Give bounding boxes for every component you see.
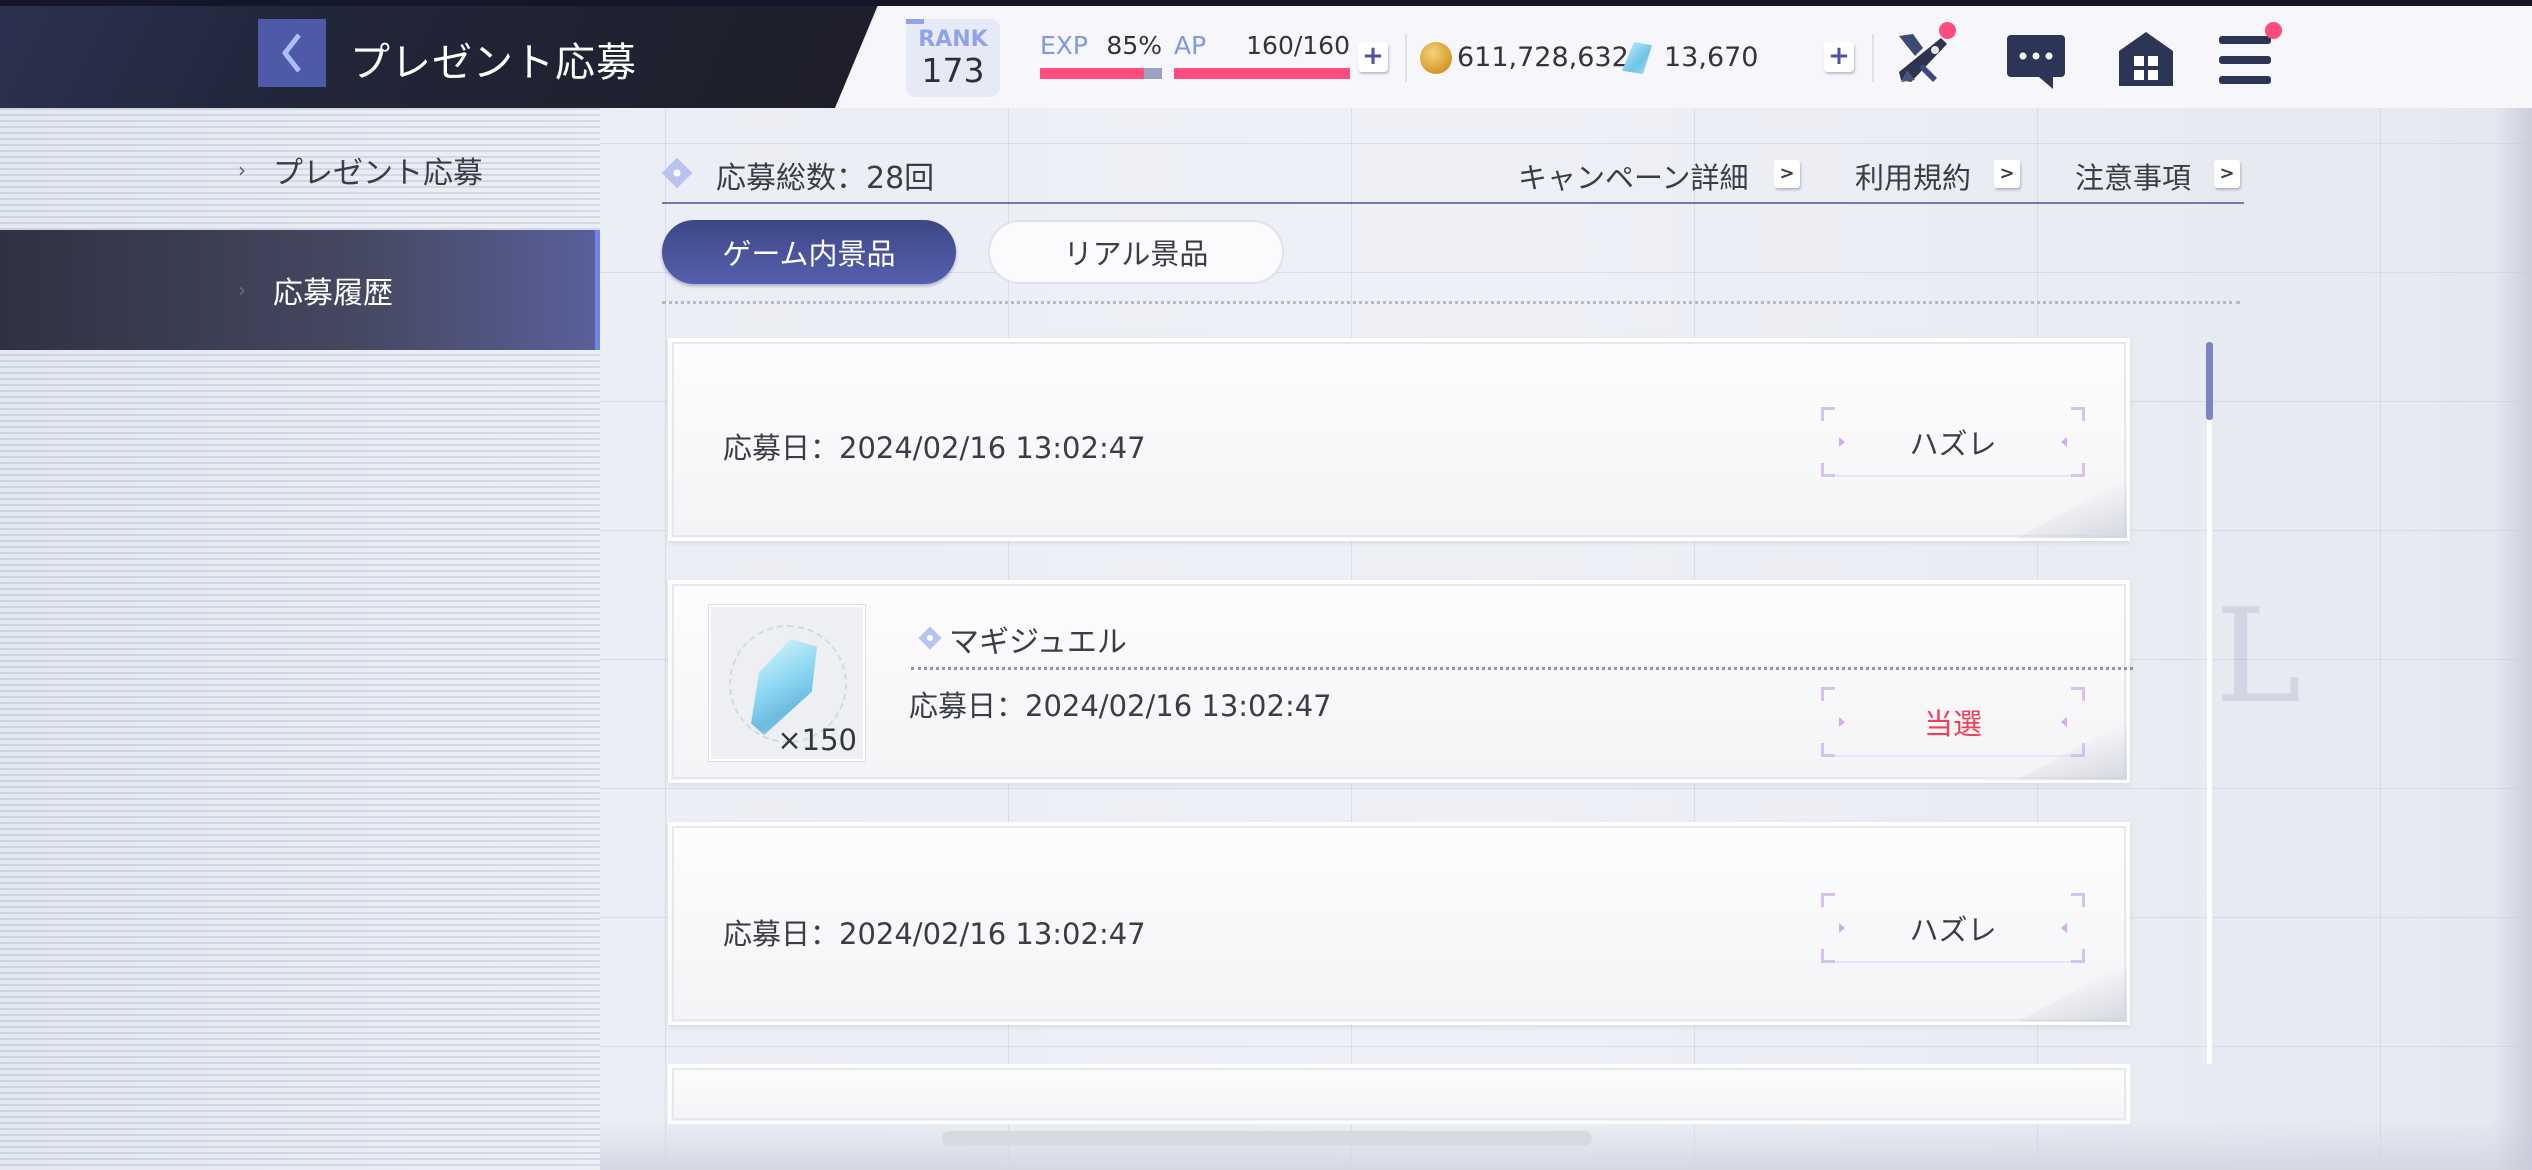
coin-icon xyxy=(1420,42,1452,74)
result-badge: 当選 xyxy=(1821,687,2085,757)
tab-real-prizes[interactable]: リアル景品 xyxy=(988,220,1284,284)
chevron-right-icon[interactable]: > xyxy=(1994,160,2020,188)
divider xyxy=(911,667,2133,670)
item-quantity: ×150 xyxy=(777,723,857,757)
sidebar-item-label: 応募履歴 xyxy=(273,276,393,311)
divider xyxy=(662,301,2240,304)
exp-bar xyxy=(1040,68,1162,79)
background-shade xyxy=(2492,108,2532,1170)
ap-bar-fill xyxy=(1174,68,1350,79)
result-label: 当選 xyxy=(1923,707,1982,741)
entry-date: 応募日：2024/02/16 13:02:47 xyxy=(723,431,1146,465)
notification-badge xyxy=(2265,22,2282,39)
history-item-partial xyxy=(668,1064,2130,1124)
coin-balance: 611,728,632 xyxy=(1457,42,1629,73)
exp-bar-fill xyxy=(1040,68,1144,79)
sidebar-item-present-entry[interactable]: › プレゼント応募 xyxy=(0,110,600,230)
ap-value: 160/160 xyxy=(1246,31,1350,60)
total-entries: 応募総数：28回 xyxy=(716,161,935,196)
diamond-icon xyxy=(918,626,942,650)
gem-balance: 13,670 xyxy=(1664,42,1759,73)
page-curl-decoration xyxy=(2017,478,2127,538)
terms-of-use-link[interactable]: 利用規約 xyxy=(1855,155,1971,197)
chevron-right-icon: › xyxy=(238,278,246,302)
chevron-right-icon[interactable]: > xyxy=(2214,160,2240,188)
item-thumbnail[interactable]: ×150 xyxy=(708,604,866,762)
chevron-right-icon[interactable]: > xyxy=(1774,160,1800,188)
sidebar-item-entry-history[interactable]: › 応募履歴 xyxy=(0,230,600,350)
tab-in-game-prizes[interactable]: ゲーム内景品 xyxy=(662,220,956,284)
horizontal-scrollbar[interactable] xyxy=(942,1131,1592,1146)
background-decoration: L xyxy=(2215,580,2302,732)
home-button[interactable] xyxy=(2117,31,2175,91)
result-badge: ハズレ xyxy=(1821,893,2085,963)
battle-button[interactable] xyxy=(1893,22,1956,92)
menu-button[interactable] xyxy=(2217,22,2282,90)
sidebar-item-label: プレゼント応募 xyxy=(273,156,483,191)
divider xyxy=(1405,34,1407,82)
result-badge: ハズレ xyxy=(1821,407,2085,477)
menu-icon xyxy=(2219,36,2271,84)
result-label: ハズレ xyxy=(1909,913,1997,947)
notification-badge xyxy=(1939,22,1956,39)
vertical-scrollbar[interactable] xyxy=(2207,342,2212,1064)
vertical-scrollbar-thumb[interactable] xyxy=(2206,342,2213,420)
chat-icon xyxy=(2007,35,2065,89)
rank-badge: RANK 173 xyxy=(906,19,1000,97)
campaign-details-link[interactable]: キャンペーン詳細 xyxy=(1518,155,1749,197)
home-icon xyxy=(2119,32,2173,86)
header-top-border xyxy=(0,0,2532,6)
add-ap-button[interactable]: + xyxy=(1358,42,1388,72)
chevron-left-icon xyxy=(282,33,301,73)
add-gems-button[interactable]: + xyxy=(1824,42,1854,72)
entry-date: 応募日：2024/02/16 13:02:47 xyxy=(909,689,1332,723)
entry-date: 応募日：2024/02/16 13:02:47 xyxy=(723,917,1146,951)
rank-label: RANK xyxy=(918,27,988,52)
ap-label: AP xyxy=(1174,31,1207,60)
item-name: マギジュエル xyxy=(949,625,1127,660)
result-label: ハズレ xyxy=(1909,427,1997,461)
rank-value: 173 xyxy=(921,51,985,90)
back-button[interactable] xyxy=(258,19,326,87)
chat-button[interactable] xyxy=(2005,33,2067,95)
ap-bar xyxy=(1174,68,1350,79)
notes-link[interactable]: 注意事項 xyxy=(2075,155,2191,197)
page-title: プレゼント応募 xyxy=(350,40,637,86)
history-item: 応募日：2024/02/16 13:02:47 ハズレ xyxy=(668,822,2130,1025)
divider xyxy=(1872,34,1874,82)
divider xyxy=(662,202,2244,204)
chevron-right-icon: › xyxy=(238,158,246,182)
exp-value: 85% xyxy=(1106,31,1162,60)
page-curl-decoration xyxy=(2017,962,2127,1022)
history-item: ×150 マギジュエル 応募日：2024/02/16 13:02:47 当選 xyxy=(668,580,2133,783)
history-item: 応募日：2024/02/16 13:02:47 ハズレ xyxy=(668,338,2130,541)
